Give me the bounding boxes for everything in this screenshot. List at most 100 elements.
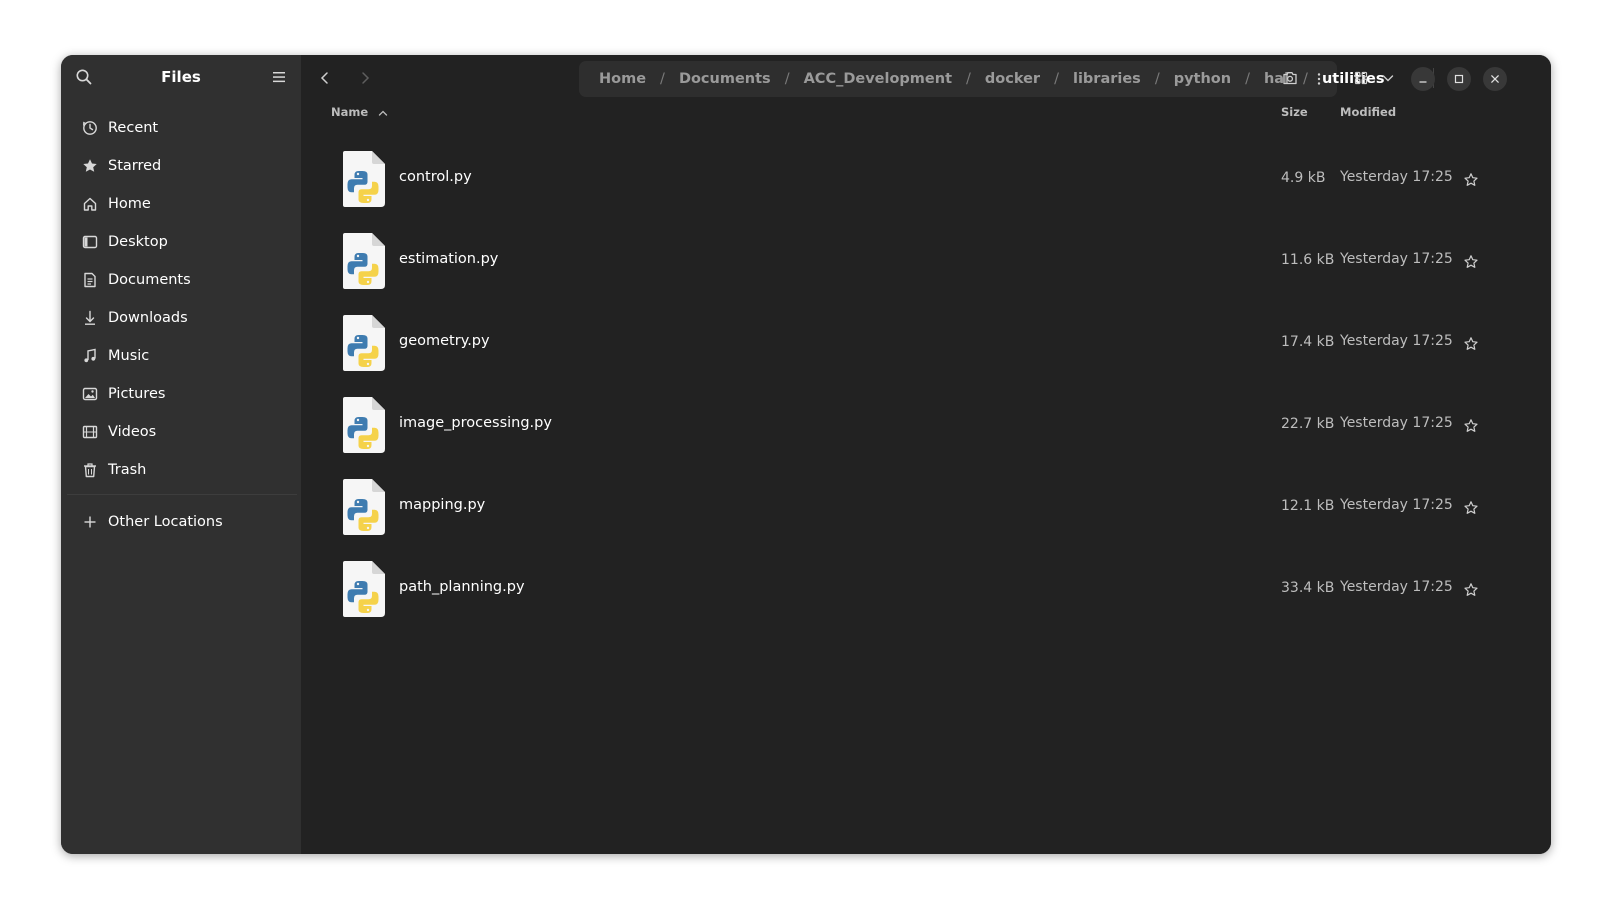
- download-icon: [81, 309, 99, 327]
- sidebar-item-label: Home: [108, 196, 151, 212]
- kebab-menu-icon[interactable]: [1311, 71, 1327, 87]
- main-pane: Home / Documents / ACC_Development / doc…: [301, 55, 1551, 854]
- plus-icon: [81, 513, 99, 531]
- file-row[interactable]: geometry.py 17.4 kB Yesterday 17:25: [301, 301, 1551, 383]
- app-title: Files: [161, 68, 201, 86]
- file-size: 4.9 kB: [1281, 170, 1326, 186]
- python-file-icon: [343, 315, 385, 371]
- sidebar-item-downloads[interactable]: Downloads: [67, 299, 295, 337]
- other-locations-list: Other Locations: [67, 503, 295, 541]
- star-toggle-icon[interactable]: [1463, 172, 1479, 188]
- breadcrumb-documents[interactable]: Documents: [679, 71, 771, 87]
- star-toggle-icon[interactable]: [1463, 582, 1479, 598]
- desktop-icon: [81, 233, 99, 251]
- file-name: image_processing.py: [399, 415, 552, 431]
- file-row[interactable]: image_processing.py 22.7 kB Yesterday 17…: [301, 383, 1551, 465]
- python-file-icon: [343, 233, 385, 289]
- sidebar-item-label: Trash: [108, 462, 147, 478]
- star-toggle-icon[interactable]: [1463, 500, 1479, 516]
- minimize-icon: [1419, 81, 1427, 83]
- view-options-button[interactable]: [1378, 68, 1398, 88]
- file-size: 17.4 kB: [1281, 334, 1335, 350]
- column-header-name-label: Name: [331, 105, 369, 119]
- video-icon: [81, 423, 99, 441]
- sidebar-item-label: Desktop: [108, 234, 168, 250]
- star-icon: [81, 157, 99, 175]
- breadcrumb-docker[interactable]: docker: [985, 71, 1040, 87]
- sidebar-item-recent[interactable]: Recent: [67, 109, 295, 147]
- screenshot-button[interactable]: [1280, 68, 1300, 88]
- file-row[interactable]: mapping.py 12.1 kB Yesterday 17:25: [301, 465, 1551, 547]
- breadcrumb-separator: /: [966, 71, 971, 87]
- maximize-button[interactable]: [1447, 67, 1471, 91]
- file-modified: Yesterday 17:25: [1340, 169, 1453, 185]
- file-name: estimation.py: [399, 251, 499, 267]
- file-name: geometry.py: [399, 333, 490, 349]
- minimize-button[interactable]: [1411, 67, 1435, 91]
- breadcrumb-python[interactable]: python: [1174, 71, 1231, 87]
- file-modified: Yesterday 17:25: [1340, 251, 1453, 267]
- breadcrumb-separator: /: [1154, 71, 1160, 87]
- sidebar-item-label: Starred: [108, 158, 162, 174]
- breadcrumb-libraries[interactable]: libraries: [1073, 71, 1141, 87]
- sidebar-item-trash[interactable]: Trash: [67, 451, 295, 489]
- breadcrumb-separator: /: [784, 71, 790, 87]
- file-modified: Yesterday 17:25: [1340, 579, 1453, 595]
- file-size: 33.4 kB: [1281, 580, 1335, 596]
- forward-button[interactable]: [354, 67, 376, 89]
- sidebar-item-videos[interactable]: Videos: [67, 413, 295, 451]
- breadcrumb-home[interactable]: Home: [599, 71, 646, 87]
- file-name: control.py: [399, 169, 472, 185]
- sort-ascending-icon: [379, 110, 388, 116]
- file-name: path_planning.py: [399, 579, 525, 595]
- sidebar-item-label: Documents: [108, 272, 191, 288]
- view-grid-button[interactable]: [1351, 68, 1371, 88]
- star-toggle-icon[interactable]: [1463, 336, 1479, 352]
- sidebar: Files Recent Starred Home Desktop Docume…: [61, 55, 301, 854]
- sidebar-item-home[interactable]: Home: [67, 185, 295, 223]
- breadcrumb-separator: /: [1245, 71, 1250, 87]
- sidebar-item-label: Videos: [108, 424, 157, 440]
- column-header-modified[interactable]: Modified: [1340, 105, 1396, 119]
- sidebar-item-starred[interactable]: Starred: [67, 147, 295, 185]
- sidebar-item-music[interactable]: Music: [67, 337, 295, 375]
- breadcrumb-acc-development[interactable]: ACC_Development: [804, 71, 952, 87]
- back-button[interactable]: [314, 67, 336, 89]
- python-file-icon: [343, 397, 385, 453]
- sidebar-item-other-locations[interactable]: Other Locations: [67, 503, 295, 541]
- file-row[interactable]: estimation.py 11.6 kB Yesterday 17:25: [301, 219, 1551, 301]
- close-button[interactable]: [1483, 67, 1507, 91]
- sidebar-item-desktop[interactable]: Desktop: [67, 223, 295, 261]
- file-size: 11.6 kB: [1281, 252, 1335, 268]
- column-header-size[interactable]: Size: [1281, 105, 1308, 119]
- file-list: control.py 4.9 kB Yesterday 17:25 estima…: [301, 137, 1551, 629]
- maximize-icon: [1454, 74, 1464, 84]
- hamburger-menu-icon[interactable]: [271, 69, 287, 85]
- sidebar-item-documents[interactable]: Documents: [67, 261, 295, 299]
- sidebar-item-label: Recent: [108, 120, 159, 136]
- file-row[interactable]: control.py 4.9 kB Yesterday 17:25: [301, 137, 1551, 219]
- file-modified: Yesterday 17:25: [1340, 333, 1453, 349]
- breadcrumb-separator: /: [660, 71, 665, 87]
- document-icon: [81, 271, 99, 289]
- file-manager-window: Files Recent Starred Home Desktop Docume…: [61, 55, 1551, 854]
- sidebar-item-label: Pictures: [108, 386, 166, 402]
- sidebar-divider: [67, 494, 297, 495]
- chevron-right-icon: [362, 72, 370, 84]
- breadcrumb-separator: /: [1054, 71, 1059, 87]
- path-bar: Home / Documents / ACC_Development / doc…: [579, 61, 1384, 97]
- star-toggle-icon[interactable]: [1463, 418, 1479, 434]
- camera-search-icon: [1283, 72, 1297, 85]
- file-row[interactable]: path_planning.py 33.4 kB Yesterday 17:25: [301, 547, 1551, 629]
- column-header-name[interactable]: Name: [331, 105, 388, 119]
- header-bar: Home / Documents / ACC_Development / doc…: [301, 55, 1551, 101]
- sidebar-header: Files: [61, 55, 301, 101]
- places-list: Recent Starred Home Desktop Documents Do…: [67, 109, 295, 489]
- sidebar-item-pictures[interactable]: Pictures: [67, 375, 295, 413]
- trash-icon: [81, 461, 99, 479]
- file-modified: Yesterday 17:25: [1340, 497, 1453, 513]
- sidebar-item-label: Other Locations: [108, 514, 223, 530]
- grid-icon: [1354, 71, 1368, 85]
- star-toggle-icon[interactable]: [1463, 254, 1479, 270]
- python-file-icon: [343, 561, 385, 617]
